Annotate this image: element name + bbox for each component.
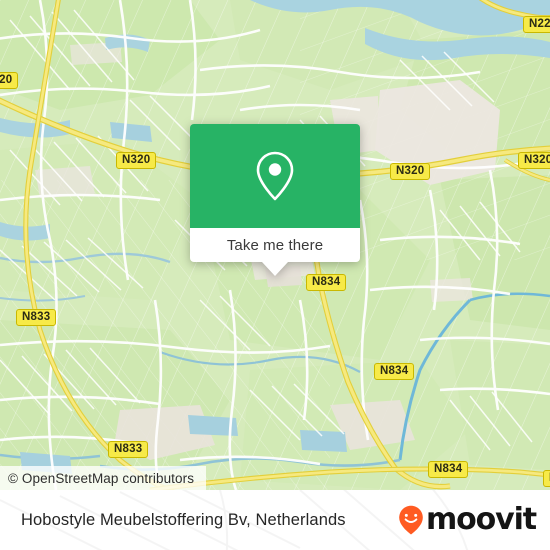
map-viewport[interactable]: N320 N320 N320 N320 N22 N833 N833 N834 N834 N834 N… (0, 0, 550, 490)
moovit-pin-icon (399, 505, 423, 535)
attribution-text: © OpenStreetMap contributors (8, 470, 195, 486)
road-shield: N833 (16, 309, 57, 326)
road-shield: N320 (518, 152, 550, 169)
road-shield: N320 (390, 163, 431, 180)
popup-image-area (190, 124, 360, 228)
map-page: N320 N320 N320 N320 N22 N833 N833 N834 N834 N834 N… (0, 0, 550, 550)
place-title: Hobostyle Meubelstoffering Bv, Netherlan… (21, 510, 346, 529)
take-me-there-button[interactable]: Take me there (190, 228, 360, 262)
take-me-there-label: Take me there (226, 236, 324, 254)
moovit-wordmark: moovit (425, 502, 537, 537)
map-pin-icon (256, 151, 294, 201)
road-shield: N22 (523, 16, 550, 33)
map-attribution[interactable]: © OpenStreetMap contributors (0, 466, 207, 490)
road-shield: N833 (108, 441, 149, 458)
footer-bar: Hobostyle Meubelstoffering Bv, Netherlan… (0, 490, 550, 550)
popup-pointer-tail (262, 262, 288, 276)
road-shield: N (543, 470, 550, 487)
location-popup-card[interactable]: Take me there (190, 124, 360, 276)
road-shield: N320 (116, 152, 157, 169)
moovit-brand[interactable]: moovit (398, 502, 537, 537)
road-shield: N834 (306, 274, 347, 291)
road-shield: N834 (374, 363, 415, 380)
road-shield: N834 (428, 461, 469, 478)
road-shield: N320 (0, 72, 19, 89)
